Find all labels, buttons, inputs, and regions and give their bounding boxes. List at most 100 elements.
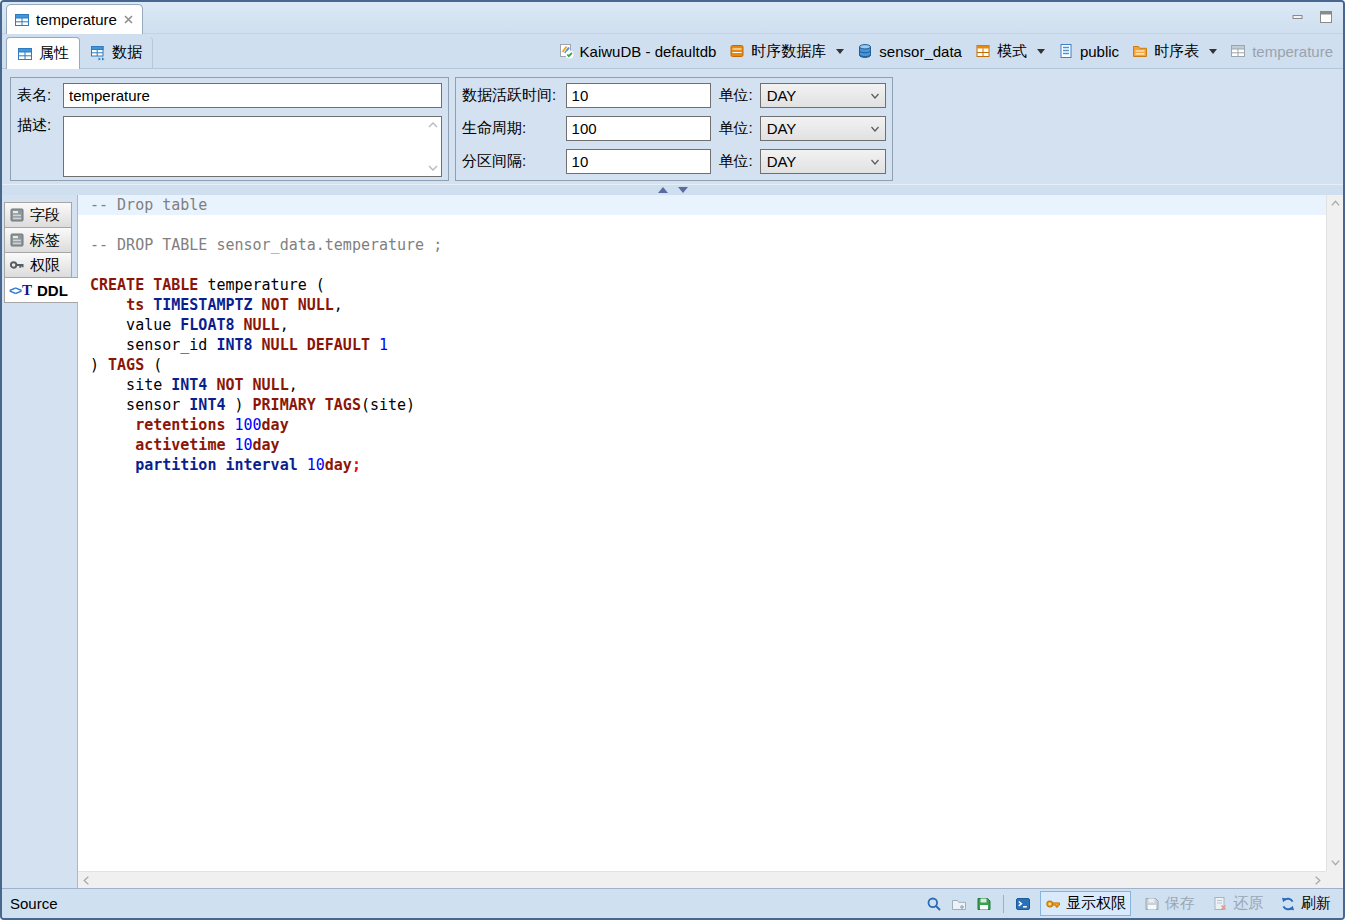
lifecycle-label: 生命周期:: [462, 119, 566, 138]
chevron-down-icon[interactable]: [1037, 49, 1045, 54]
chevron-down-icon[interactable]: [836, 49, 844, 54]
ts-database-icon: [729, 43, 745, 59]
code-line: ) TAGS (: [78, 355, 1326, 375]
ddl-icon: <>T: [9, 282, 32, 299]
show-permissions-button[interactable]: 显示权限: [1040, 891, 1131, 916]
save-icon: [1144, 896, 1160, 912]
code-line: partition interval 10day;: [78, 455, 1326, 475]
lifecycle-input[interactable]: [566, 116, 711, 141]
code-line: ts TIMESTAMPTZ NOT NULL,: [78, 295, 1326, 315]
code-line: -- DROP TABLE sensor_data.temperature ;: [78, 235, 1326, 255]
maximize-icon[interactable]: [1319, 10, 1333, 24]
chevron-down-icon: [870, 124, 880, 134]
vertical-scrollbar[interactable]: [1326, 195, 1343, 871]
scroll-up-icon[interactable]: [1327, 195, 1344, 212]
collapse-down-icon[interactable]: [678, 187, 688, 193]
editor-tab-title: temperature: [36, 11, 117, 28]
document-icon: [1058, 43, 1074, 59]
save-label: 保存: [1165, 894, 1195, 913]
save-green-icon[interactable]: [976, 896, 992, 912]
code-line: [78, 215, 1326, 235]
active-time-input[interactable]: [566, 83, 711, 108]
code-lines[interactable]: -- Drop table -- DROP TABLE sensor_data.…: [78, 195, 1326, 871]
tab-data-label: 数据: [112, 43, 142, 62]
horizontal-scrollbar[interactable]: [78, 871, 1326, 888]
scroll-right-icon[interactable]: [1309, 872, 1326, 889]
table-icon: [17, 46, 33, 62]
sidebar-tabs: 字段 标签 权限 <>T DDL: [2, 195, 78, 888]
code-line: site INT4 NOT NULL,: [78, 375, 1326, 395]
scroll-down-icon[interactable]: [1327, 854, 1344, 871]
code-line: CREATE TABLE temperature (: [78, 275, 1326, 295]
breadcrumb-schema-type[interactable]: 模式: [975, 42, 1045, 61]
splitter-sash[interactable]: [2, 184, 1343, 195]
breadcrumb-database[interactable]: sensor_data: [857, 43, 962, 60]
breadcrumb-connection-label: KaiwuDB - defaultdb: [580, 43, 717, 60]
chevron-down-icon: [870, 157, 880, 167]
permission-key-icon: [1045, 896, 1061, 912]
name-group: 表名: 描述:: [10, 77, 449, 181]
scroll-left-icon[interactable]: [78, 872, 95, 889]
breadcrumb-connection[interactable]: KaiwuDB - defaultdb: [558, 43, 717, 60]
table-name-input[interactable]: [63, 83, 442, 108]
breadcrumb-database-type-label: 时序数据库: [751, 42, 826, 61]
sidebar-item-label: 权限: [30, 256, 60, 275]
refresh-label: 刷新: [1301, 894, 1331, 913]
source-label: Source: [10, 895, 58, 912]
fields-icon: [9, 207, 25, 223]
close-icon[interactable]: [123, 14, 134, 25]
refresh-button[interactable]: 刷新: [1276, 892, 1335, 915]
sidebar-item-ddl[interactable]: <>T DDL: [4, 277, 78, 303]
sidebar-item-label: 字段: [30, 206, 60, 225]
collapse-up-icon[interactable]: [658, 187, 668, 193]
sidebar-item-permissions[interactable]: 权限: [4, 252, 72, 278]
tab-properties-label: 属性: [39, 44, 69, 63]
ddl-editor[interactable]: -- Drop table -- DROP TABLE sensor_data.…: [78, 195, 1343, 888]
show-permissions-label: 显示权限: [1066, 894, 1126, 913]
breadcrumb-schema[interactable]: public: [1058, 43, 1119, 60]
tab-properties[interactable]: 属性: [6, 37, 80, 69]
table-name-label: 表名:: [17, 86, 63, 105]
description-input[interactable]: [64, 117, 441, 176]
sidebar-item-label: 标签: [30, 231, 60, 250]
schema-icon: [975, 43, 991, 59]
breadcrumb-table-type[interactable]: 时序表: [1132, 42, 1217, 61]
tags-icon: [9, 232, 25, 248]
breadcrumb-database-type[interactable]: 时序数据库: [729, 42, 844, 61]
tab-data[interactable]: 数据: [80, 37, 153, 68]
minimize-icon[interactable]: [1291, 10, 1305, 24]
code-line: retentions 100day: [78, 415, 1326, 435]
unit-value: DAY: [767, 153, 797, 170]
search-icon[interactable]: [926, 896, 942, 912]
toolbar-row: 属性 数据 KaiwuDB - defaultdb 时序数据库 sensor_d…: [2, 34, 1343, 69]
chevron-down-icon[interactable]: [1209, 49, 1217, 54]
sidebar-item-fields[interactable]: 字段: [4, 202, 72, 228]
sidebar-item-tags[interactable]: 标签: [4, 227, 72, 253]
unit-value: DAY: [767, 87, 797, 104]
key-icon: [9, 257, 25, 273]
breadcrumb-table-type-label: 时序表: [1154, 42, 1199, 61]
revert-button[interactable]: 还原: [1208, 892, 1267, 915]
revert-label: 还原: [1233, 894, 1263, 913]
editor-tab-temperature[interactable]: temperature: [6, 4, 143, 34]
code-line: value FLOAT8 NULL,: [78, 315, 1326, 335]
partition-input[interactable]: [566, 149, 711, 174]
code-line: activetime 10day: [78, 435, 1326, 455]
active-time-unit-select[interactable]: DAY: [760, 83, 886, 108]
editor-tabbar: temperature: [2, 2, 1343, 34]
code-line: sensor_id INT8 NULL DEFAULT 1: [78, 335, 1326, 355]
chevron-up-icon[interactable]: [427, 121, 439, 129]
save-button[interactable]: 保存: [1140, 892, 1199, 915]
code-line: -- Drop table: [78, 195, 1326, 215]
unit-label: 单位:: [719, 86, 760, 105]
partition-unit-select[interactable]: DAY: [760, 149, 886, 174]
terminal-icon[interactable]: [1015, 896, 1031, 912]
lifecycle-unit-select[interactable]: DAY: [760, 116, 886, 141]
chevron-down-icon[interactable]: [427, 164, 439, 172]
app-window: temperature 属性 数据 KaiwuDB - defaultdb 时序…: [0, 0, 1345, 920]
folder-add-icon[interactable]: [951, 896, 967, 912]
separator: [1003, 895, 1004, 913]
kaiwudb-icon: [558, 43, 574, 59]
revert-icon: [1212, 896, 1228, 912]
code-line: [78, 255, 1326, 275]
